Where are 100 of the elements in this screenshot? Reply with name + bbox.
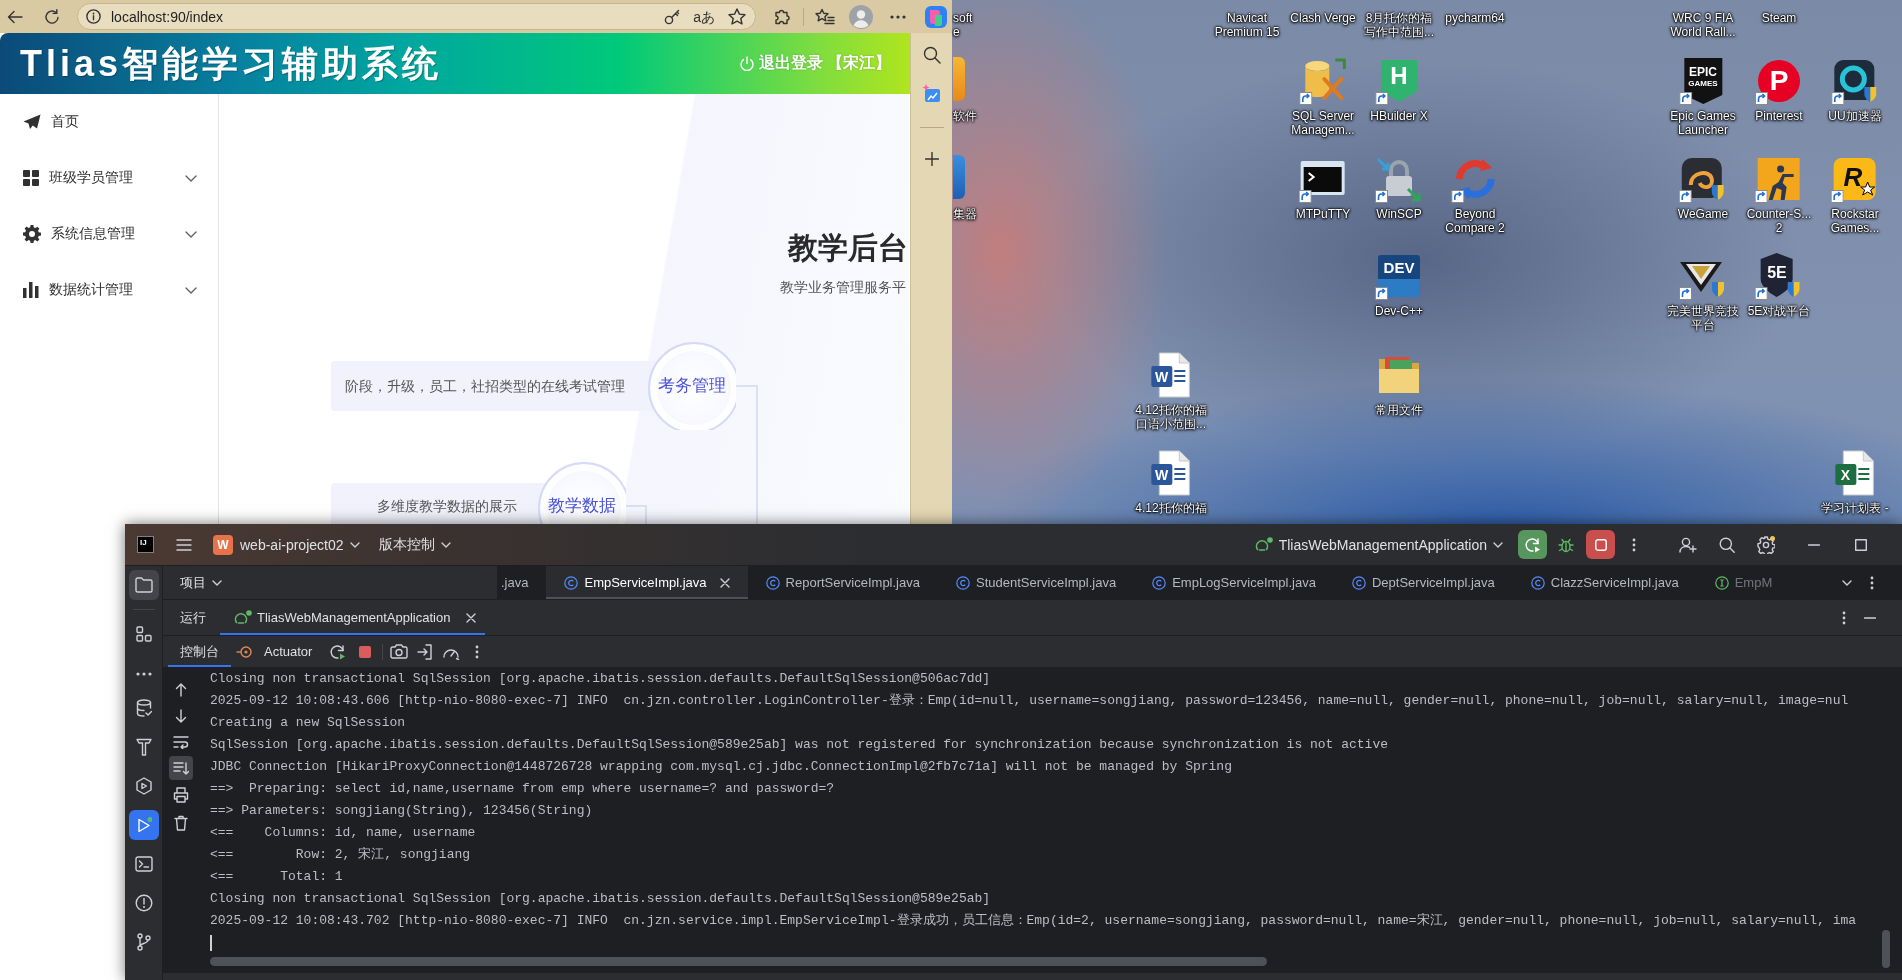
toggle-button[interactable] (168, 756, 193, 780)
console-line: ==> Parameters: songjiang(String), 123456(String) (210, 802, 594, 820)
search-icon[interactable] (1719, 536, 1735, 553)
printer-icon[interactable] (172, 787, 189, 803)
project-view-dropdown[interactable]: 项目 (180, 568, 222, 597)
panel-tab[interactable]: Actuator (231, 636, 325, 667)
editor-tab[interactable]: ReportServiceImpl.java (747, 566, 938, 599)
menu-item[interactable]: 首页 (0, 94, 218, 150)
editor-tab[interactable]: EmpLogServiceImpl.java (1134, 566, 1334, 599)
scroll-to-end-icon (172, 761, 189, 775)
tool-window-button[interactable] (128, 810, 159, 840)
desktop-item[interactable]: W 4.12托你的福 (1134, 449, 1208, 515)
more-icon[interactable] (1870, 575, 1874, 590)
desktop-item[interactable]: R Rockstar Games... (1829, 155, 1881, 235)
menu-icon[interactable] (176, 538, 192, 551)
interface-icon (1714, 575, 1729, 590)
project-selector[interactable]: W web-ai-project02 (213, 530, 360, 559)
up-arrow-icon[interactable] (174, 683, 187, 697)
more-icon[interactable] (1842, 610, 1846, 625)
run-config-selector[interactable]: TliasWebManagementApplication (1254, 530, 1503, 559)
chevron-down-icon[interactable] (1842, 579, 1852, 586)
desktop-item[interactable]: soft e (953, 11, 973, 39)
app-icon: R (1831, 155, 1879, 203)
camera-icon[interactable] (390, 644, 409, 659)
vcs-dropdown[interactable]: 版本控制 (378, 530, 451, 559)
rerun-button[interactable] (1518, 530, 1547, 559)
app-title: Tlias智能学习辅助系统 (20, 41, 443, 86)
stop-icon[interactable] (359, 645, 372, 658)
bug-icon[interactable] (1558, 536, 1574, 553)
desktop-item[interactable]: 5E 5E对战平台 (1746, 252, 1812, 318)
console-line: SqlSession [org.apache.ibatis.session.defaults.DefaultSqlSession@589e25ab] was not registered for synchronization because synchronization is not active (210, 736, 1389, 754)
console-line: Closing non transactional SqlSession [org.apache.ibatis.session.defaults.DefaultSqlSession@589e25ab] (210, 890, 992, 908)
chevron-down-icon (349, 541, 360, 548)
desktop-item[interactable]: H HBuilder X (1369, 57, 1429, 123)
desktop-item[interactable]: WeGame (1676, 155, 1730, 221)
desktop-item[interactable]: 常用文件 (1374, 351, 1424, 417)
maximize-icon[interactable] (1855, 538, 1867, 551)
back-icon[interactable] (7, 9, 23, 24)
editor-tab[interactable]: ClazzServiceImpl.java (1512, 566, 1697, 599)
bar-chart-icon (23, 282, 39, 298)
class-icon (1351, 575, 1366, 590)
more-icon[interactable] (475, 644, 480, 659)
close-icon[interactable] (466, 612, 477, 623)
console-line: Closing non transactional SqlSession [org.apache.ibatis.session.defaults.DefaultSqlSession@506ac7dd] (210, 670, 992, 688)
read-aloud-button[interactable]: aあ (693, 8, 715, 25)
info-icon[interactable] (86, 9, 101, 24)
run-tab[interactable]: TliasWebManagementApplication (220, 600, 486, 635)
tool-window-button[interactable] (128, 570, 159, 600)
export-icon[interactable] (417, 643, 434, 660)
stop-button[interactable] (1586, 530, 1615, 559)
editor-tab[interactable]: EmpServiceImpl.java (546, 566, 748, 599)
minimize-icon[interactable] (1808, 543, 1820, 546)
editor-tab[interactable]: .java (497, 566, 547, 599)
console-line: <== Columns: id, name, username (210, 824, 477, 842)
desktop-item[interactable]: WinSCP (1374, 155, 1424, 221)
menu-item[interactable]: 数据统计管理 (0, 262, 218, 318)
class-icon (1152, 575, 1167, 590)
class-icon (1530, 575, 1545, 590)
editor-tab[interactable]: StudentServiceImpl.java (937, 566, 1135, 599)
hexagon-play-icon (134, 777, 153, 795)
image-sparkle-icon[interactable] (921, 84, 942, 104)
scrollbar-thumb[interactable] (1882, 930, 1890, 968)
editor-tab[interactable]: EmpM (1696, 566, 1791, 599)
desktop-item[interactable]: DEV Dev-C++ (1374, 252, 1424, 318)
ring-icon (236, 645, 252, 658)
puzzle-icon[interactable] (774, 7, 792, 26)
settings-icon[interactable] (1757, 535, 1775, 554)
editor-tab[interactable]: DeptServiceImpl.java (1333, 566, 1513, 599)
grid-icon (23, 170, 39, 186)
scrollbar-thumb[interactable] (210, 957, 1267, 966)
minimize-icon[interactable] (1864, 616, 1876, 619)
close-icon[interactable] (719, 577, 730, 588)
address-field[interactable]: localhost:90/index aあ (77, 3, 756, 30)
chevron-down-icon (212, 579, 222, 586)
desktop-item[interactable]: MTPuTTY (1294, 155, 1352, 221)
gear-icon (23, 225, 41, 243)
console-line: <== Row: 2, 宋江, songjiang (210, 846, 472, 864)
terminal-icon (134, 856, 153, 872)
star-icon[interactable] (728, 8, 746, 25)
warning-icon (134, 894, 153, 912)
plus-icon[interactable] (924, 152, 939, 166)
desktop-item[interactable]: Beyond Compare 2 (1444, 155, 1506, 235)
key-icon[interactable] (664, 8, 681, 25)
desktop-item[interactable]: SQL Server Managem... (1290, 57, 1356, 137)
desktop-item[interactable]: X 学习计划表 - (1820, 449, 1890, 515)
more-icon[interactable] (1632, 537, 1636, 552)
desktop-item[interactable]: P Pinterest (1754, 57, 1804, 123)
refresh-icon[interactable] (44, 8, 60, 25)
down-arrow-icon[interactable] (174, 709, 187, 723)
trash-icon[interactable] (173, 815, 188, 831)
text-cursor (210, 935, 212, 951)
menu-item[interactable]: 班级学员管理 (0, 150, 218, 206)
desktop-item[interactable]: EPIC GAMES Epic Games Launcher (1669, 57, 1737, 137)
search-icon[interactable] (922, 46, 941, 64)
favorites-icon[interactable] (815, 8, 835, 25)
more-icon[interactable] (890, 14, 906, 19)
rerun-icon[interactable] (330, 643, 347, 660)
menu-item[interactable]: 系统信息管理 (0, 206, 218, 262)
add-user-icon[interactable] (1679, 536, 1697, 553)
desktop-item[interactable]: W 4.12托你的福 口语小范围... (1134, 351, 1208, 431)
